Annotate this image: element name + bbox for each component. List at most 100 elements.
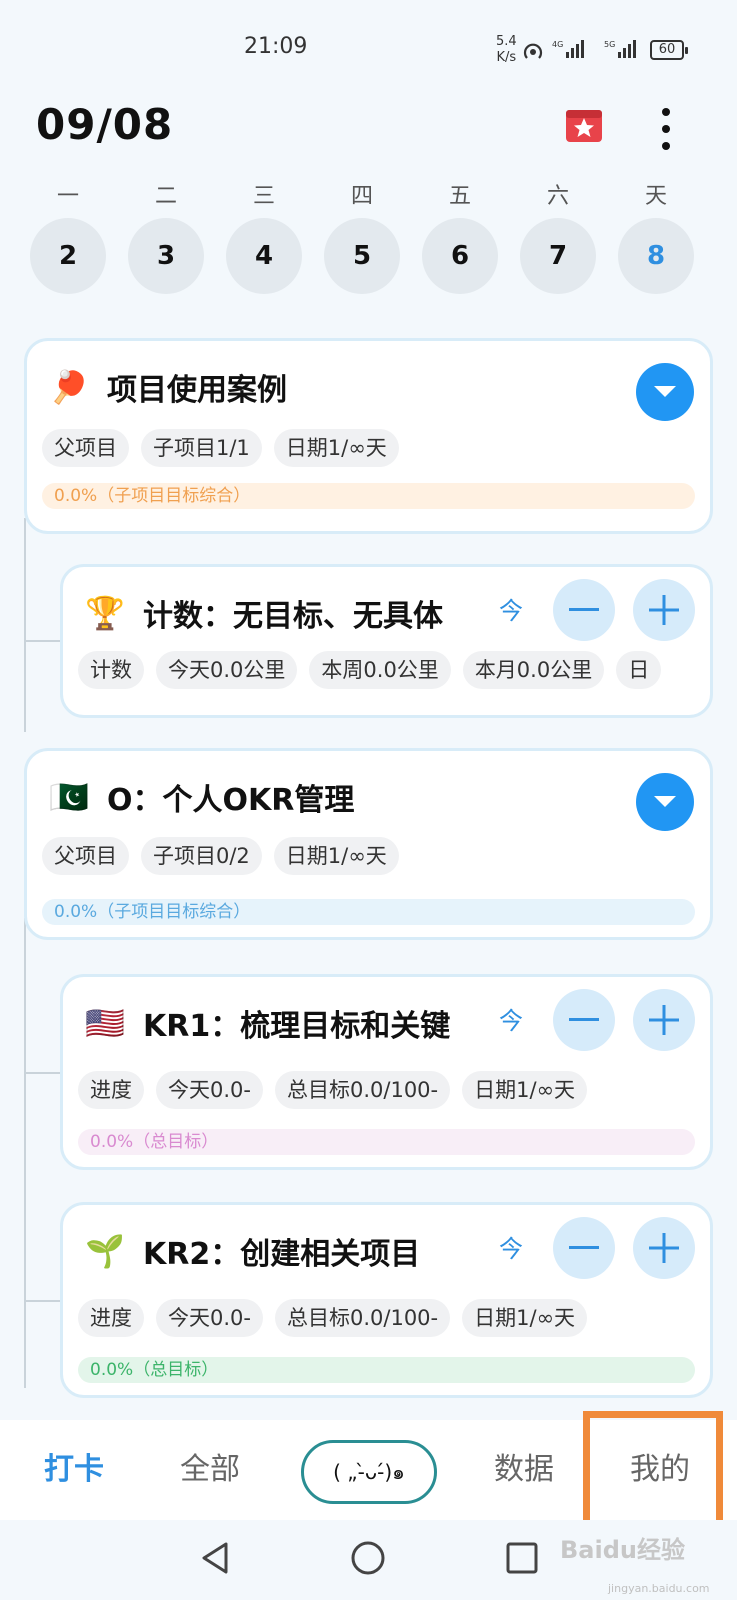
us-flag-icon: 🇺🇸 xyxy=(85,1004,125,1042)
minus-icon xyxy=(569,1246,599,1249)
decrement-button[interactable] xyxy=(553,579,615,641)
progress-bar: 0.0%（总目标） xyxy=(78,1357,695,1383)
day-name: 四 xyxy=(350,184,373,209)
status-bar: 21:09 5.4 K/s 4G 5G 60 xyxy=(0,0,737,90)
project-title: 项目使用案例 xyxy=(107,373,287,408)
tag: 本月0.0公里 xyxy=(462,651,605,689)
progress-bar: 0.0%（子项目目标综合） xyxy=(42,899,695,925)
kr-card[interactable]: 🌱 KR2：创建相关项目 今 进度 今天0.0- 总目标0.0/100- 日期1… xyxy=(60,1202,713,1398)
tag: 日期1/∞天 xyxy=(462,1071,588,1109)
tag: 日 xyxy=(616,651,662,689)
day-date[interactable]: 5 xyxy=(324,218,400,294)
counter-title: 计数：无目标、无具体 xyxy=(143,599,443,634)
tag: 进度 xyxy=(78,1299,144,1337)
kr-card-header: 🌱 KR2：创建相关项目 xyxy=(81,1227,420,1275)
day-name: 一 xyxy=(56,184,79,209)
project-title: O：个人OKR管理 xyxy=(107,783,355,818)
more-vertical-icon[interactable] xyxy=(650,104,682,154)
network-speed-unit: K/s xyxy=(496,50,517,65)
project-card-header: 🇵🇰 O：个人OKR管理 xyxy=(45,773,354,821)
project-card[interactable]: 🏓 项目使用案例 父项目 子项目1/1 日期1/∞天 0.0%（子项目目标综合） xyxy=(24,338,713,534)
tag: 父项目 xyxy=(42,837,129,875)
tag: 总目标0.0/100- xyxy=(274,1299,451,1337)
day-item-sun[interactable]: 天 8 xyxy=(618,182,694,294)
day-date[interactable]: 2 xyxy=(30,218,106,294)
kr-card-header: 🇺🇸 KR1：梳理目标和关键 xyxy=(81,999,450,1047)
nav-tab-data[interactable]: 数据 xyxy=(494,1444,554,1488)
kr-title: KR2：创建相关项目 xyxy=(143,1237,421,1272)
day-item-tue[interactable]: 二 3 xyxy=(128,182,204,294)
tag: 进度 xyxy=(78,1071,144,1109)
svg-text:4G: 4G xyxy=(552,40,563,49)
watermark-url: jingyan.baidu.com xyxy=(608,1582,710,1595)
day-item-sat[interactable]: 六 7 xyxy=(520,182,596,294)
tag: 今天0.0- xyxy=(156,1071,263,1109)
tree-branch xyxy=(24,640,60,642)
day-item-wed[interactable]: 三 4 xyxy=(226,182,302,294)
day-name: 六 xyxy=(546,184,569,209)
tag: 总目标0.0/100- xyxy=(274,1071,451,1109)
ping-pong-icon: 🏓 xyxy=(49,368,89,406)
progress-bar: 0.0%（子项目目标综合） xyxy=(42,483,695,509)
progress-bar: 0.0%（总目标） xyxy=(78,1129,695,1155)
day-date[interactable]: 6 xyxy=(422,218,498,294)
svg-text:5G: 5G xyxy=(604,40,615,49)
day-date[interactable]: 4 xyxy=(226,218,302,294)
tag: 日期1/∞天 xyxy=(462,1299,588,1337)
minus-icon xyxy=(569,608,599,611)
project-card[interactable]: 🇵🇰 O：个人OKR管理 父项目 子项目0/2 日期1/∞天 0.0%（子项目目… xyxy=(24,748,713,940)
decrement-button[interactable] xyxy=(553,989,615,1051)
day-item-fri[interactable]: 五 6 xyxy=(422,182,498,294)
tag: 日期1/∞天 xyxy=(273,429,399,467)
increment-button[interactable] xyxy=(633,1217,695,1279)
nav-center-button[interactable]: ( „-̀ᴗ-́)๑ xyxy=(301,1440,437,1504)
counter-card-header: 🏆 计数：无目标、无具体 xyxy=(81,589,443,637)
today-marker: 今 xyxy=(499,1007,523,1035)
watermark-brand: Baidu经验 xyxy=(560,1536,685,1564)
nav-tab-checkin[interactable]: 打卡 xyxy=(44,1444,104,1488)
tree-line xyxy=(24,518,26,732)
plus-icon xyxy=(649,595,679,625)
project-tags: 父项目 子项目0/2 日期1/∞天 xyxy=(42,837,399,875)
signal-4g-icon: 4G xyxy=(552,40,584,58)
chevron-down-icon xyxy=(654,796,676,807)
chevron-down-icon xyxy=(654,386,676,397)
day-name: 三 xyxy=(252,184,275,209)
expand-button[interactable] xyxy=(636,773,694,831)
status-time: 21:09 xyxy=(244,34,308,59)
tag: 今天0.0- xyxy=(156,1299,263,1337)
tag: 子项目1/1 xyxy=(141,429,262,467)
increment-button[interactable] xyxy=(633,989,695,1051)
page-title-date: 09/08 xyxy=(36,100,174,149)
counter-card[interactable]: 🏆 计数：无目标、无具体 今 计数 今天0.0公里 本周0.0公里 本月0.0公… xyxy=(60,564,713,718)
expand-button[interactable] xyxy=(636,363,694,421)
network-speed-value: 5.4 xyxy=(496,34,517,49)
tag: 子项目0/2 xyxy=(141,837,262,875)
decrement-button[interactable] xyxy=(553,1217,615,1279)
home-icon[interactable] xyxy=(348,1538,388,1578)
battery-icon: 60 xyxy=(650,40,688,60)
back-icon[interactable] xyxy=(196,1538,236,1578)
counter-tags: 计数 今天0.0公里 本周0.0公里 本月0.0公里 日 xyxy=(78,651,662,689)
tag: 父项目 xyxy=(42,429,129,467)
project-card-header: 🏓 项目使用案例 xyxy=(45,363,287,411)
day-date[interactable]: 7 xyxy=(520,218,596,294)
kr-tags: 进度 今天0.0- 总目标0.0/100- 日期1/∞天 xyxy=(78,1299,588,1337)
increment-button[interactable] xyxy=(633,579,695,641)
kr-title: KR1：梳理目标和关键 xyxy=(143,1009,451,1044)
day-date[interactable]: 3 xyxy=(128,218,204,294)
tree-line xyxy=(24,918,26,1388)
nav-tab-all[interactable]: 全部 xyxy=(180,1444,240,1488)
plus-icon xyxy=(649,1233,679,1263)
recents-icon[interactable] xyxy=(502,1538,542,1578)
gift-icon[interactable] xyxy=(564,106,604,146)
day-item-thu[interactable]: 四 5 xyxy=(324,182,400,294)
day-item-mon[interactable]: 一 2 xyxy=(30,182,106,294)
kr-card[interactable]: 🇺🇸 KR1：梳理目标和关键 今 进度 今天0.0- 总目标0.0/100- 日… xyxy=(60,974,713,1170)
plus-icon xyxy=(649,1005,679,1035)
project-tags: 父项目 子项目1/1 日期1/∞天 xyxy=(42,429,399,467)
day-date-selected[interactable]: 8 xyxy=(618,218,694,294)
tag: 计数 xyxy=(78,651,144,689)
seedling-icon: 🌱 xyxy=(85,1232,125,1270)
day-name: 天 xyxy=(644,184,667,209)
